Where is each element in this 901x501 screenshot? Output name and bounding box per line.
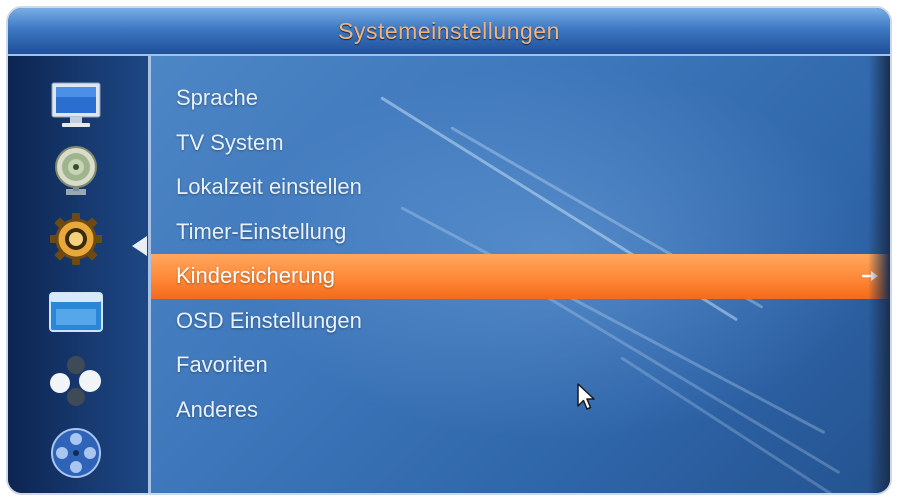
selection-pointer bbox=[132, 236, 147, 256]
balls-icon[interactable] bbox=[44, 354, 108, 408]
menu-item-label: Sprache bbox=[176, 85, 258, 111]
menu-item-label: Favoriten bbox=[176, 352, 268, 378]
settings-menu: Sprache TV System Lokalzeit einstellen T… bbox=[151, 76, 890, 432]
menu-item-anderes[interactable]: Anderes bbox=[151, 388, 890, 433]
menu-item-label: Anderes bbox=[176, 396, 258, 422]
settings-window: Systemeinstellungen Sprache TV System Lo… bbox=[6, 6, 892, 495]
menu-item-label: Timer-Einstellung bbox=[176, 218, 347, 244]
window-icon[interactable] bbox=[44, 284, 108, 338]
window-title: Systemeinstellungen bbox=[338, 17, 560, 44]
right-edge-shade bbox=[868, 56, 890, 493]
tv-monitor-icon[interactable] bbox=[44, 78, 108, 132]
menu-item-kindersicherung[interactable]: Kindersicherung bbox=[151, 254, 890, 299]
gear-icon[interactable] bbox=[44, 212, 108, 266]
mouse-cursor-icon bbox=[577, 383, 595, 410]
menu-item-lokalzeit[interactable]: Lokalzeit einstellen bbox=[151, 165, 890, 210]
menu-item-osd[interactable]: OSD Einstellungen bbox=[151, 299, 890, 344]
film-reel-icon[interactable] bbox=[44, 426, 108, 480]
menu-item-label: OSD Einstellungen bbox=[176, 307, 362, 333]
satellite-dish-icon[interactable] bbox=[44, 144, 108, 198]
menu-item-timer[interactable]: Timer-Einstellung bbox=[151, 210, 890, 255]
menu-item-label: Lokalzeit einstellen bbox=[176, 174, 362, 200]
menu-panel: Sprache TV System Lokalzeit einstellen T… bbox=[151, 56, 890, 493]
menu-item-label: Kindersicherung bbox=[176, 263, 335, 289]
menu-item-sprache[interactable]: Sprache bbox=[151, 76, 890, 121]
menu-item-tv-system[interactable]: TV System bbox=[151, 121, 890, 166]
menu-item-favoriten[interactable]: Favoriten bbox=[151, 343, 890, 388]
title-bar: Systemeinstellungen bbox=[8, 8, 890, 56]
category-sidebar bbox=[8, 56, 151, 493]
menu-item-label: TV System bbox=[176, 129, 284, 155]
